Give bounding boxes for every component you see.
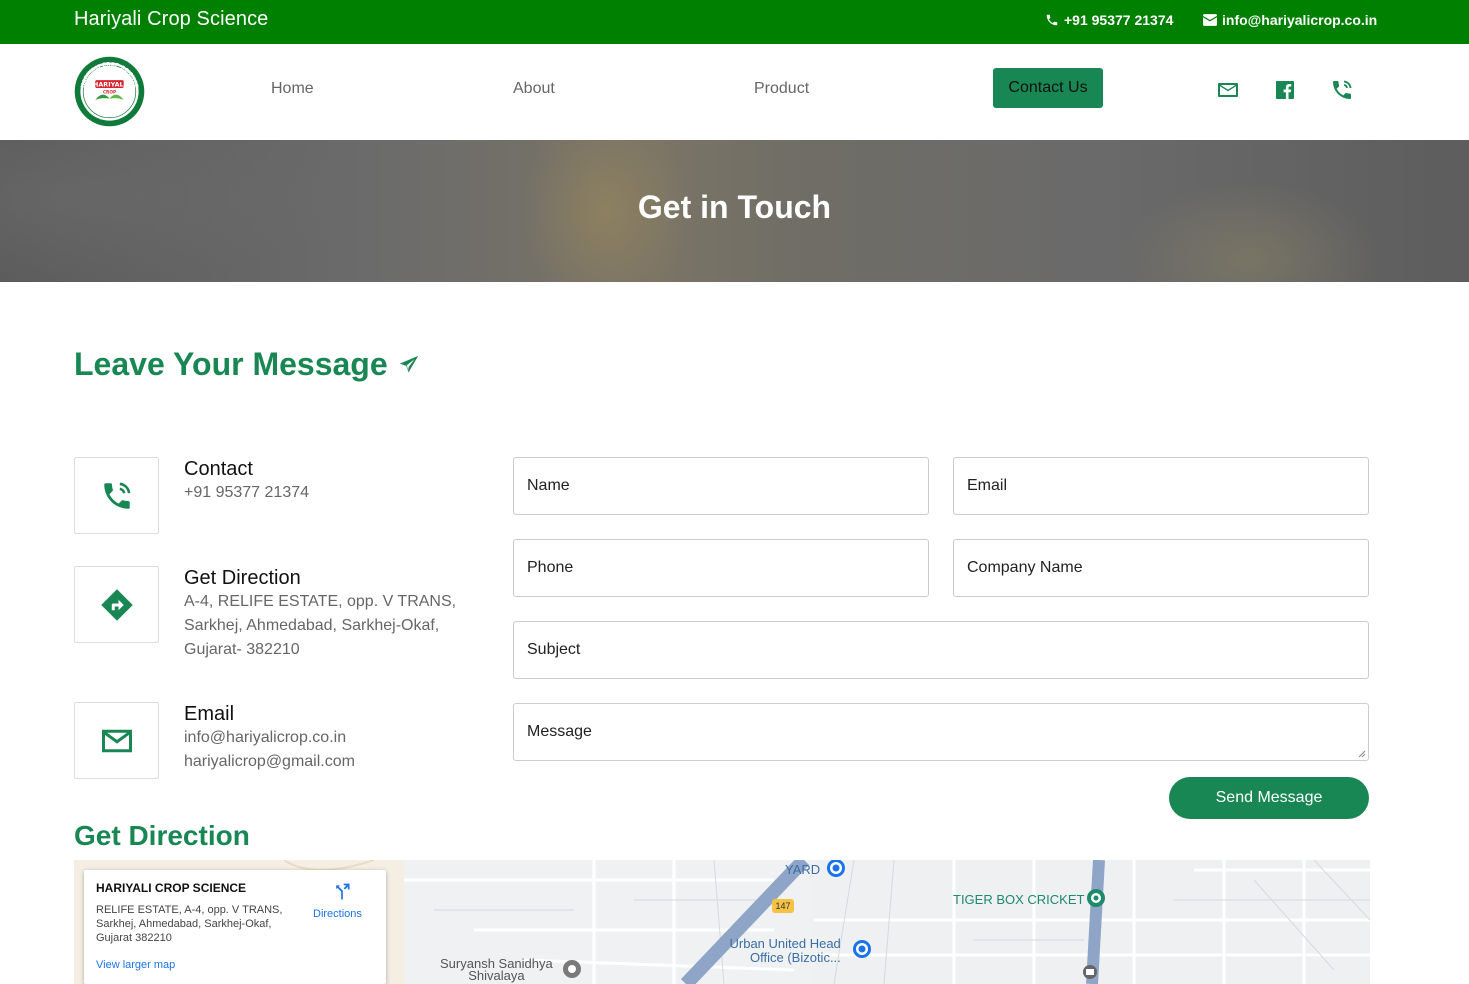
address-line-1: A-4, RELIFE ESTATE, opp. V TRANS, [184, 593, 457, 610]
name-input[interactable]: Name [513, 457, 929, 515]
direction-title: Get Direction [184, 567, 301, 589]
email-address-1[interactable]: info@hariyalicrop.co.in [184, 726, 464, 750]
mail-icon [101, 729, 132, 752]
top-bar-email-text: info@hariyalicrop.co.in [1222, 12, 1378, 28]
nav-contact-us-button[interactable]: Contact Us [993, 68, 1103, 108]
contact-title: Contact [184, 458, 253, 480]
map-directions-link[interactable]: Directions [313, 908, 362, 920]
message-textarea[interactable]: Message [513, 703, 1369, 761]
map-card-address: RELIFE ESTATE, A-4, opp. V TRANS, Sarkhe… [96, 904, 283, 944]
phone-input[interactable]: Phone [513, 539, 929, 597]
company-placeholder: Company Name [967, 559, 1083, 576]
direction-info-box [74, 566, 159, 643]
leave-message-title: Leave Your Message [74, 346, 388, 382]
top-bar-phone-link[interactable]: +91 95377 21374 [1045, 12, 1173, 28]
surya-line-2: Shivalaya [468, 968, 525, 983]
nav-link-home[interactable]: Home [271, 80, 314, 98]
route-shield-147: 147 [772, 899, 794, 913]
phone-call-icon[interactable] [1330, 78, 1354, 102]
directions-icon[interactable] [332, 882, 352, 902]
email-title: Email [184, 703, 235, 725]
directions-sign-icon [100, 588, 133, 621]
address-line-3: Gujarat- 382210 [184, 641, 300, 658]
company-logo[interactable]: HARIYALI CROP HARIYALI CROP SCIENCE [74, 56, 145, 127]
navbar: HARIYALI CROP HARIYALI CROP SCIENCE Home… [0, 44, 1469, 140]
hero-title: Get in Touch [637, 189, 832, 225]
phone-call-icon [103, 482, 130, 509]
email-input[interactable]: Email [953, 457, 1369, 515]
top-bar-phone-text: +91 95377 21374 [1064, 12, 1174, 28]
direction-address: A-4, RELIFE ESTATE, opp. V TRANS, Sarkhe… [184, 590, 464, 662]
address-line-2: Sarkhej, Ahmedabad, Sarkhej-Okaf, [184, 617, 440, 634]
company-name-input[interactable]: Company Name [953, 539, 1369, 597]
top-bar-brand: Hariyali Crop Science [74, 8, 269, 30]
urban-line-2: Office (Bizotic... [750, 950, 841, 965]
hero-banner: Get in Touch [0, 140, 1469, 282]
map-label-yard: YARD [785, 862, 821, 877]
nav-link-product[interactable]: Product [754, 80, 809, 98]
urban-line-1: Urban United Head [729, 936, 841, 951]
email-info-box [74, 702, 159, 779]
map-label-tiger-box-cricket[interactable]: TIGER BOX CRICKET [953, 892, 1084, 907]
send-message-button[interactable]: Send Message [1169, 777, 1369, 819]
subject-input[interactable]: Subject [513, 621, 1369, 679]
top-bar: Hariyali Crop Science +91 95377 21374 in… [0, 0, 1469, 44]
mail-icon[interactable] [1216, 78, 1240, 102]
get-direction-heading: Get Direction [74, 820, 250, 851]
name-placeholder: Name [527, 477, 570, 494]
map-label-suryansh[interactable]: Suryansh Sanidhya Shivalaya [440, 957, 553, 983]
logo-text-sub: CROP [103, 90, 116, 96]
email-list: info@hariyalicrop.co.in hariyalicrop@gma… [184, 726, 464, 774]
resize-grip-icon[interactable] [1358, 750, 1366, 758]
map-info-card: HARIYALI CROP SCIENCE RELIFE ESTATE, A-4… [84, 870, 386, 984]
phone-placeholder: Phone [527, 559, 574, 576]
view-larger-map-link[interactable]: View larger map [96, 959, 175, 971]
map-card-title: HARIYALI CROP SCIENCE [96, 881, 247, 895]
leave-message-heading: Leave Your Message [74, 346, 420, 383]
email-placeholder: Email [967, 477, 1008, 494]
map-label-urban-united[interactable]: Urban United Head Office (Bizotic... [728, 937, 841, 965]
contact-phone-text: +91 95377 21374 [184, 484, 310, 501]
google-map-embed[interactable]: YARD TIGER BOX CRICKET Urban United Head… [74, 860, 1370, 984]
subject-placeholder: Subject [527, 641, 581, 658]
paper-plane-icon [399, 355, 418, 372]
email-address-2[interactable]: hariyalicrop@gmail.com [184, 750, 464, 774]
envelope-icon [1203, 14, 1217, 26]
facebook-icon[interactable] [1273, 78, 1297, 102]
message-placeholder: Message [527, 723, 592, 740]
nav-link-about[interactable]: About [513, 80, 555, 98]
phone-icon [1046, 14, 1058, 26]
contact-info-box [74, 457, 159, 534]
logo-text-main: HARIYALI [93, 81, 126, 89]
top-bar-email-link[interactable]: info@hariyalicrop.co.in [1203, 12, 1377, 28]
